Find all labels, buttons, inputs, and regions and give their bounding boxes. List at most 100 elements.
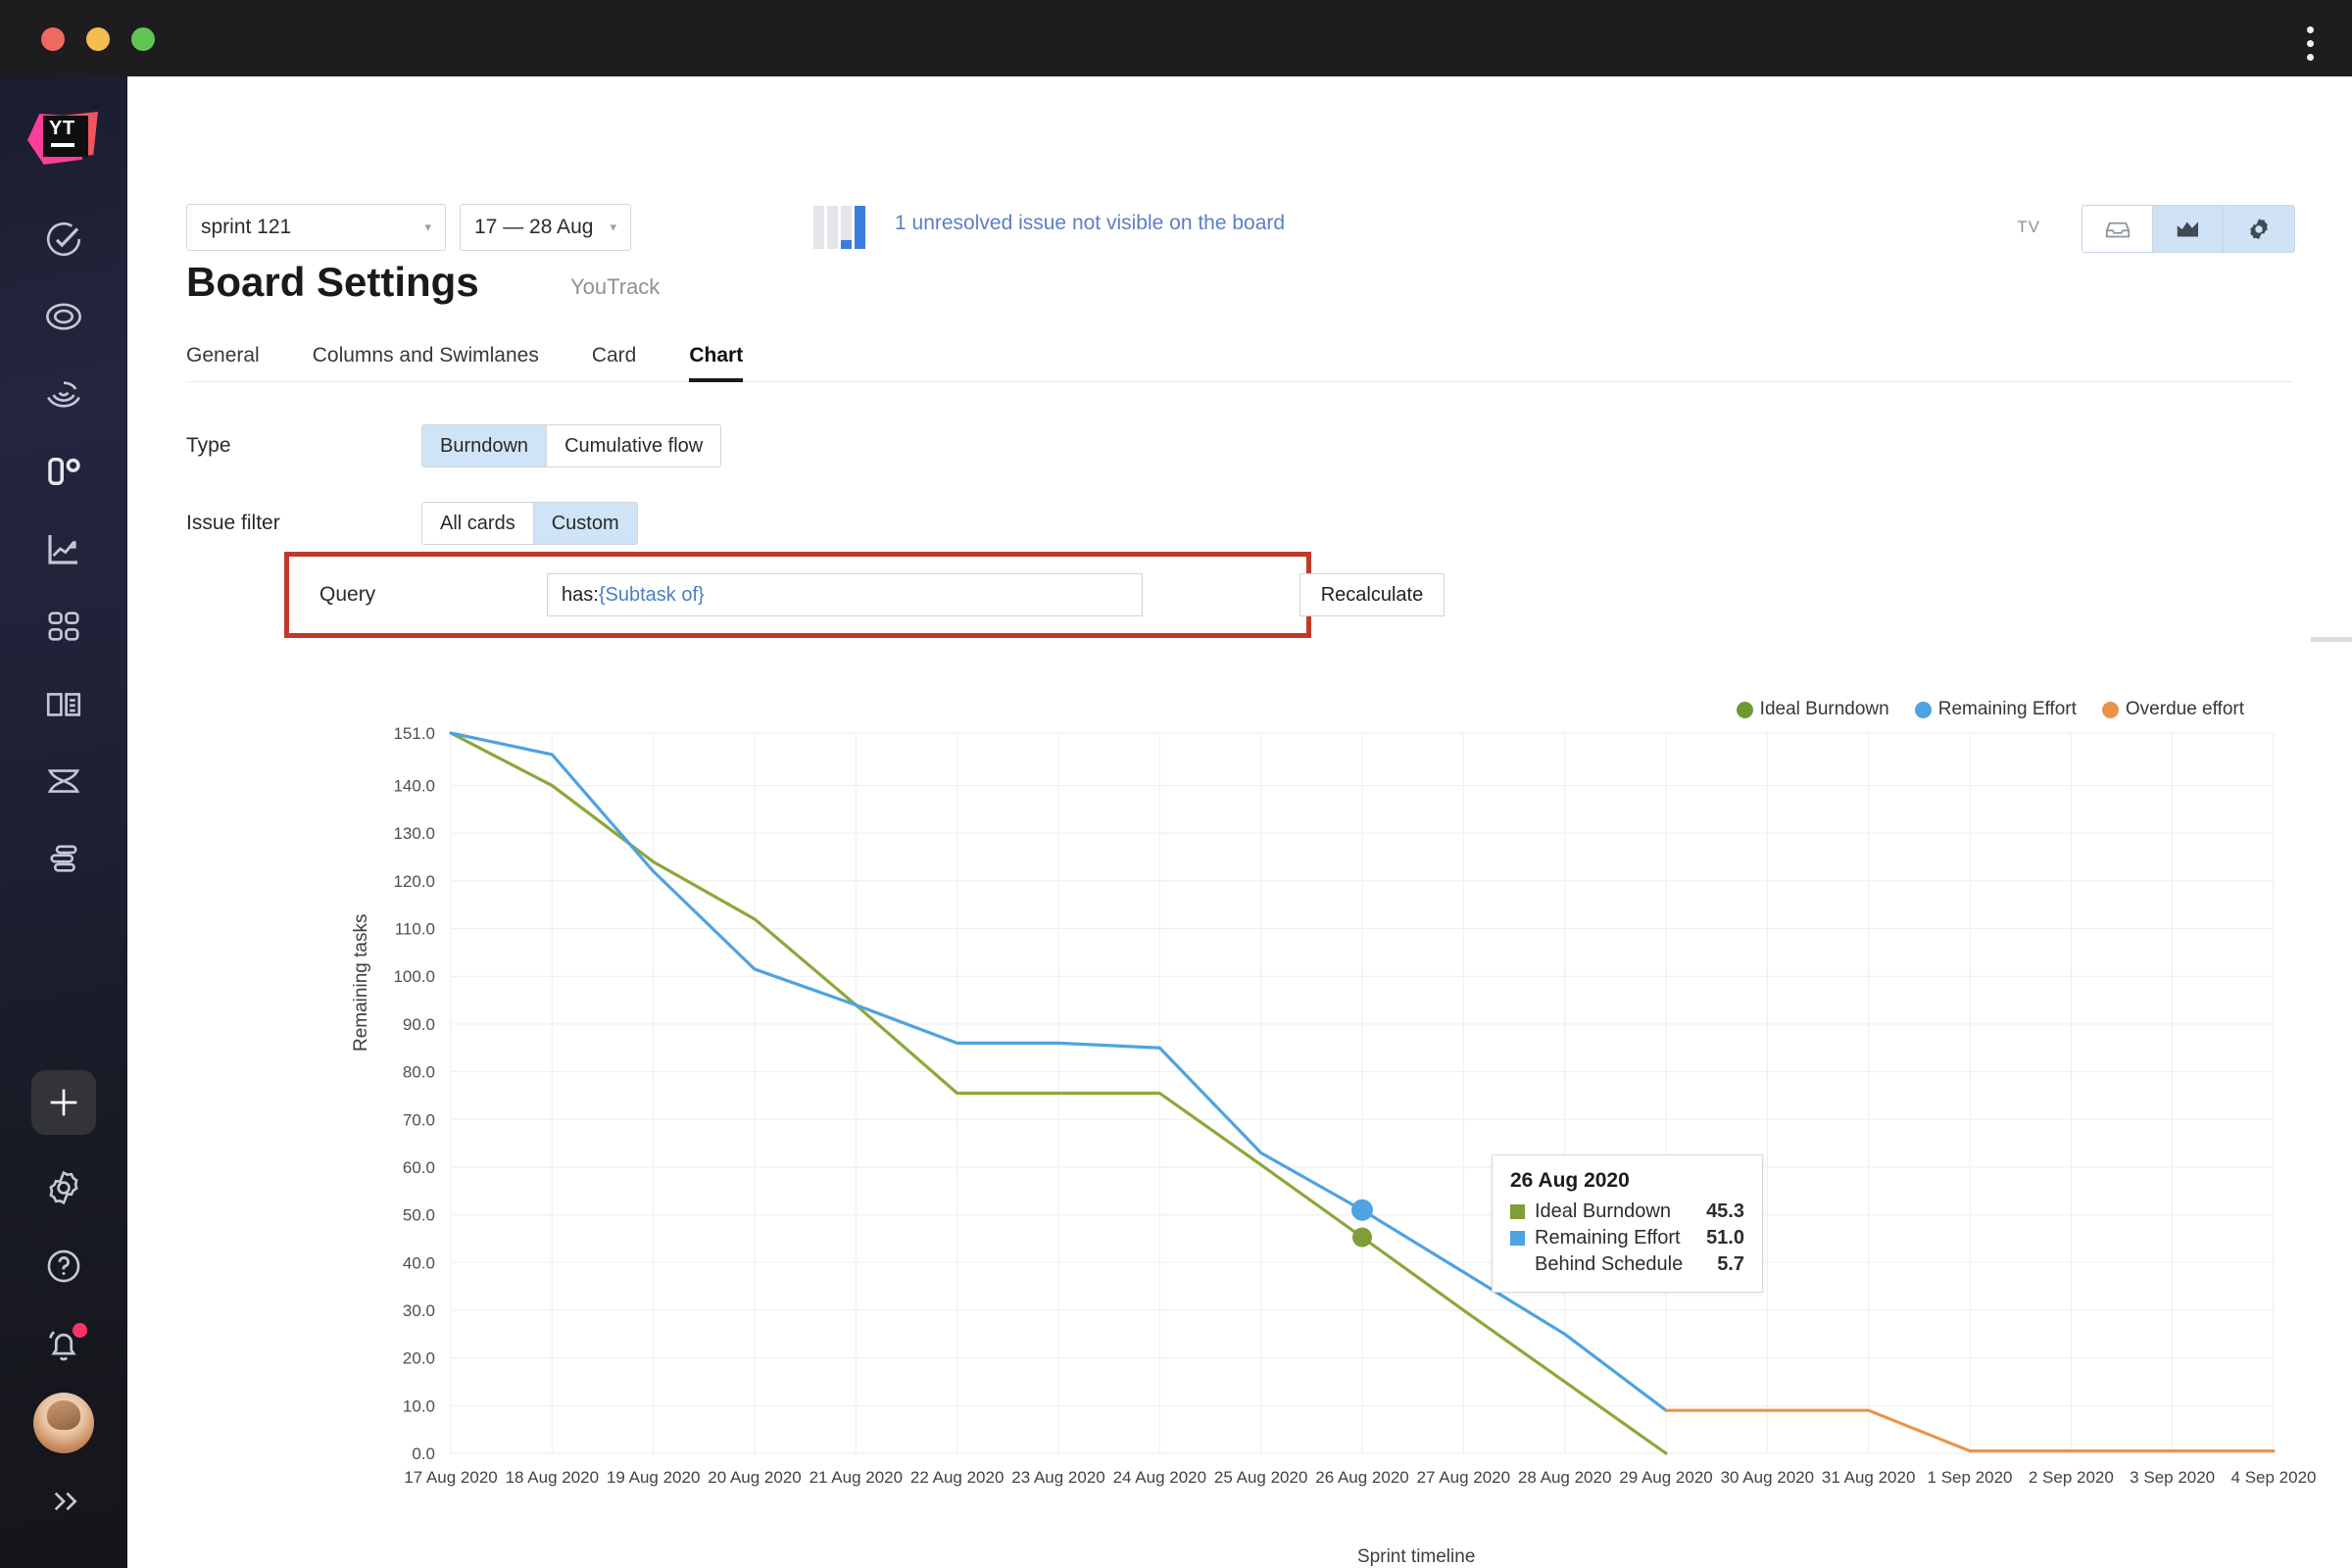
chart-type-burndown-button[interactable]: Burndown xyxy=(422,425,548,466)
issue-filter-custom-button[interactable]: Custom xyxy=(533,503,637,544)
board-icon xyxy=(2105,221,2130,237)
y-axis-tick: 140.0 xyxy=(393,777,435,796)
gear-icon xyxy=(2250,219,2268,239)
y-axis-tick: 80.0 xyxy=(403,1063,435,1082)
hover-point-remaining-effort xyxy=(1351,1199,1373,1221)
y-axis-tick: 50.0 xyxy=(403,1206,435,1225)
tooltip-value: 5.7 xyxy=(1717,1253,1744,1275)
tab-card[interactable]: Card xyxy=(592,344,637,381)
sidebar-item-workflows[interactable] xyxy=(0,742,127,819)
y-axis-tick: 151.0 xyxy=(393,724,435,743)
tooltip-date: 26 Aug 2020 xyxy=(1510,1169,1630,1192)
x-axis-tick: 17 Aug 2020 xyxy=(404,1468,497,1487)
title-bar xyxy=(0,0,2352,76)
grid-icon xyxy=(48,611,79,641)
scroll-indicator[interactable] xyxy=(2311,637,2352,642)
tab-general[interactable]: General xyxy=(186,344,260,381)
tab-chart[interactable]: Chart xyxy=(689,344,743,382)
unresolved-issue-note[interactable]: 1 unresolved issue not visible on the bo… xyxy=(895,212,1285,235)
window-controls xyxy=(41,27,155,51)
y-axis-tick: 120.0 xyxy=(393,872,435,891)
add-button[interactable] xyxy=(31,1070,96,1135)
tooltip-value: 51.0 xyxy=(1706,1227,1744,1249)
view-switcher xyxy=(2082,205,2295,253)
x-axis-tick: 26 Aug 2020 xyxy=(1315,1468,1408,1487)
y-axis-tick: 100.0 xyxy=(393,967,435,986)
x-axis-tick: 21 Aug 2020 xyxy=(809,1468,903,1487)
sidebar-expand-button[interactable] xyxy=(0,1462,127,1541)
sidebar-profile-button[interactable] xyxy=(0,1384,127,1462)
x-axis-tick: 20 Aug 2020 xyxy=(708,1468,801,1487)
double-chevron-right-icon xyxy=(54,1492,77,1511)
y-axis-tick: 110.0 xyxy=(395,920,435,939)
y-axis-tick: 0.0 xyxy=(412,1445,435,1463)
notification-badge xyxy=(73,1323,87,1338)
zero-degree-icon xyxy=(48,457,80,485)
query-input[interactable]: has: {Subtask of} xyxy=(547,573,1143,616)
x-axis-tick: 3 Sep 2020 xyxy=(2130,1468,2215,1487)
sidebar-help-button[interactable] xyxy=(0,1227,127,1305)
sidebar-item-agile-boards[interactable] xyxy=(0,432,127,510)
x-axis-tick: 27 Aug 2020 xyxy=(1417,1468,1510,1487)
tab-columns-and-swimlanes[interactable]: Columns and Swimlanes xyxy=(313,344,539,381)
tooltip-label: Behind Schedule xyxy=(1535,1253,1684,1275)
issue-filter-row: Issue filter All cards Custom xyxy=(186,502,638,545)
sidebar-item-timesheets[interactable] xyxy=(0,819,127,897)
x-axis-tick: 23 Aug 2020 xyxy=(1011,1468,1104,1487)
y-axis-tick: 130.0 xyxy=(393,824,435,843)
tooltip-row-remaining-effort: Remaining Effort 51.0 xyxy=(1510,1227,1744,1250)
close-window-button[interactable] xyxy=(41,27,65,51)
tooltip-row-behind-schedule: Behind Schedule 5.7 xyxy=(1510,1253,1744,1276)
tooltip-row-ideal-burndown: Ideal Burndown 45.3 xyxy=(1510,1200,1744,1223)
issue-filter-label: Issue filter xyxy=(186,512,280,534)
chart-view-button[interactable] xyxy=(2153,206,2224,252)
sidebar-item-projects[interactable] xyxy=(0,277,127,355)
chart-plot-area: 0.0 10.0 20.0 30.0 40.0 50.0 60.0 70.0 80.0 90.0 1… xyxy=(393,724,2316,1487)
query-row-highlight: Query has: {Subtask of} Recalculate xyxy=(284,552,1445,638)
board-preview-icon[interactable] xyxy=(813,206,870,249)
chevron-down-icon: ▾ xyxy=(610,220,616,234)
app-window: YT sprint 121 ▾ 17 — 28 Aug ▾ 1 unresolv… xyxy=(0,0,2352,1568)
tooltip-label: Ideal Burndown xyxy=(1535,1200,1671,1222)
youtrack-logo[interactable]: YT xyxy=(27,104,100,176)
recalculate-button[interactable]: Recalculate xyxy=(1299,573,1445,616)
chart-type-label: Type xyxy=(186,434,231,457)
y-axis-tick: 20.0 xyxy=(403,1349,435,1368)
tv-mode-label[interactable]: TV xyxy=(2017,218,2040,237)
maximize-window-button[interactable] xyxy=(131,27,155,51)
sidebar-item-knowledge-base[interactable] xyxy=(0,664,127,742)
board-view-button[interactable] xyxy=(2082,206,2153,252)
issue-filter-all-cards-button[interactable]: All cards xyxy=(422,503,534,544)
minimize-window-button[interactable] xyxy=(86,27,110,51)
chart-type-row: Type Burndown Cumulative flow xyxy=(186,424,722,467)
x-axis-tick: 18 Aug 2020 xyxy=(506,1468,599,1487)
sidebar-item-activity[interactable] xyxy=(0,355,127,432)
y-axis-tick: 70.0 xyxy=(403,1110,435,1129)
kebab-menu-icon[interactable] xyxy=(2293,22,2327,65)
hover-point-ideal-burndown xyxy=(1352,1227,1372,1248)
tooltip-swatch xyxy=(1510,1231,1525,1246)
sprint-select-value: sprint 121 xyxy=(201,216,292,238)
x-axis-tick: 22 Aug 2020 xyxy=(910,1468,1004,1487)
sidebar-settings-button[interactable] xyxy=(0,1149,127,1227)
settings-button[interactable] xyxy=(2224,206,2294,252)
issue-filter-toggle: All cards Custom xyxy=(421,502,638,545)
hourglass-icon xyxy=(47,768,80,793)
y-axis-tick: 40.0 xyxy=(403,1253,435,1272)
date-range-select[interactable]: 17 — 28 Aug ▾ xyxy=(460,204,631,251)
sidebar-item-issues[interactable] xyxy=(0,200,127,277)
sidebar-nav xyxy=(0,200,127,897)
sidebar-item-reports[interactable] xyxy=(0,510,127,587)
layers-icon xyxy=(50,844,77,872)
sidebar-item-dashboards[interactable] xyxy=(0,587,127,664)
target-icon xyxy=(46,302,81,330)
chart-type-cumulative-flow-button[interactable]: Cumulative flow xyxy=(547,425,721,466)
sidebar-notifications-button[interactable] xyxy=(0,1305,127,1384)
sprint-select[interactable]: sprint 121 ▾ xyxy=(186,204,446,251)
x-axis-tick: 30 Aug 2020 xyxy=(1721,1468,1814,1487)
tooltip-value: 45.3 xyxy=(1706,1200,1744,1222)
y-axis-tick: 10.0 xyxy=(403,1396,435,1415)
tooltip-swatch xyxy=(1510,1257,1525,1272)
plus-icon xyxy=(50,1089,77,1116)
x-axis-tick: 25 Aug 2020 xyxy=(1214,1468,1307,1487)
